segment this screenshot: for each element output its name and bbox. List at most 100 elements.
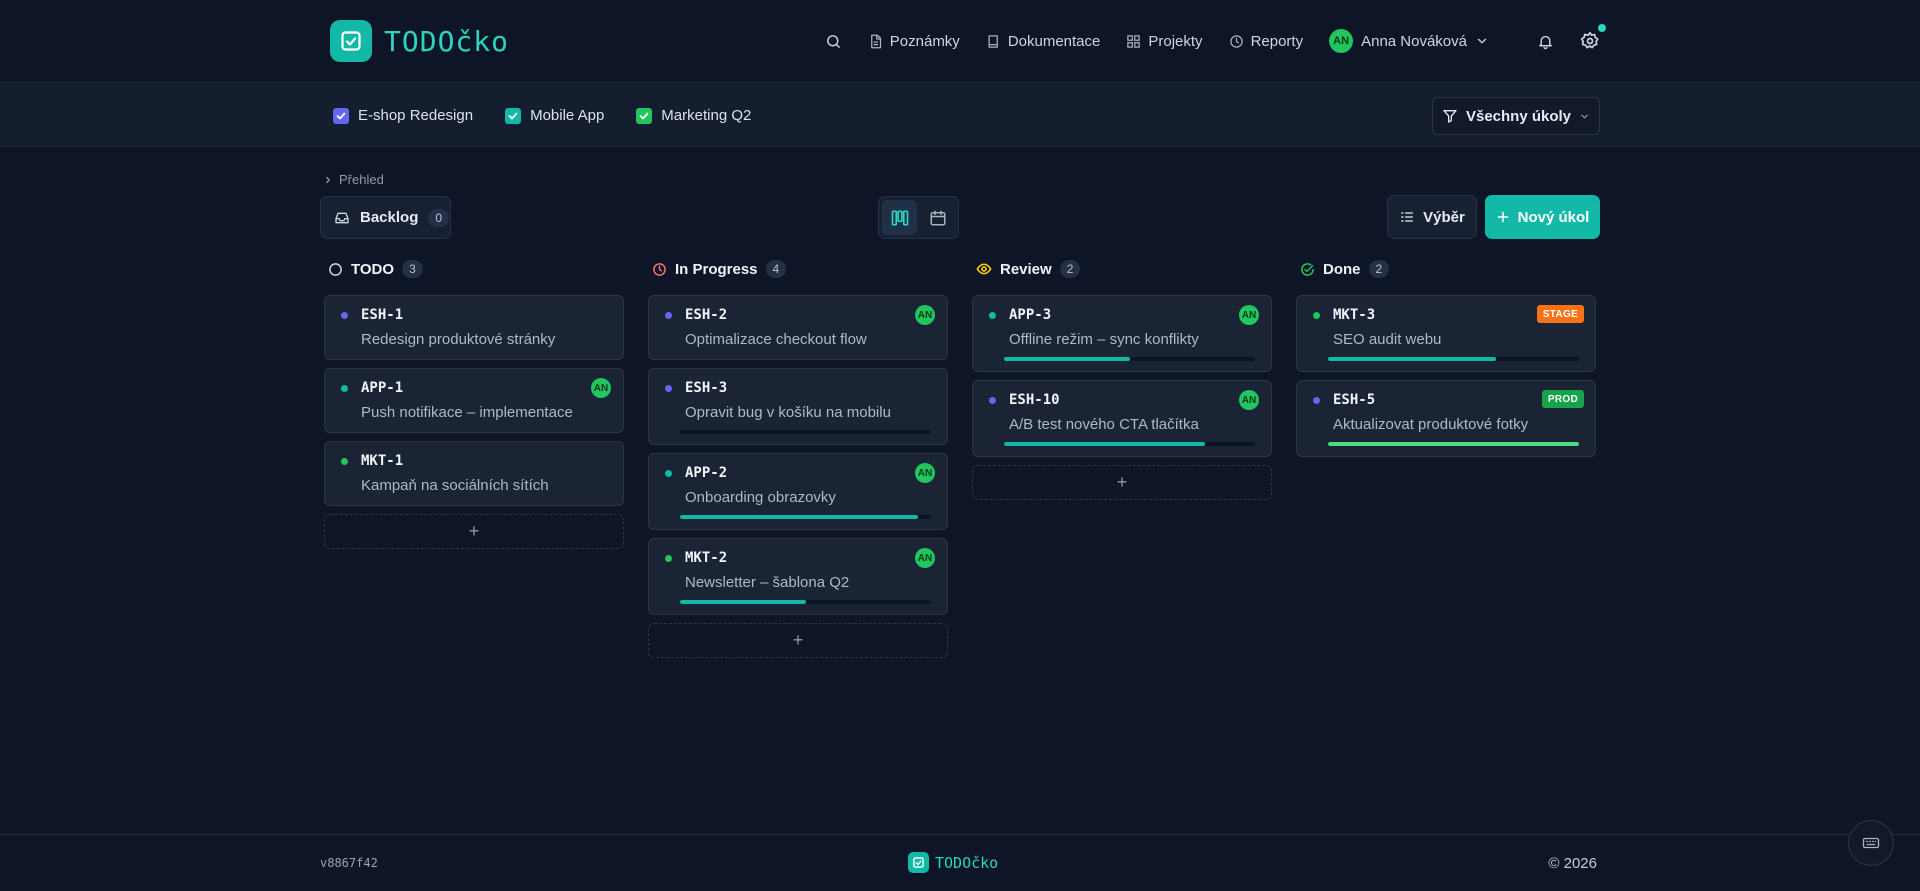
nav-link-projects[interactable]: Projekty xyxy=(1126,32,1203,50)
select-button[interactable]: Výběr xyxy=(1387,195,1477,239)
task-key: ESH-1 xyxy=(361,307,404,323)
task-title: Opravit bug v košíku na mobilu xyxy=(685,404,891,421)
task-card[interactable]: AN APP-1 Push notifikace – implementace xyxy=(324,368,624,433)
add-task-slot[interactable]: + xyxy=(324,514,624,549)
logo-check-icon xyxy=(908,852,929,873)
bell-icon[interactable] xyxy=(1537,33,1554,50)
task-key: ESH-2 xyxy=(685,307,728,323)
column-header: In Progress 4 xyxy=(648,256,948,282)
board-view-button[interactable] xyxy=(882,200,917,235)
env-tag-prod: PROD xyxy=(1541,390,1584,408)
task-card[interactable]: AN APP-2 Onboarding obrazovky xyxy=(648,453,948,530)
chevron-down-icon xyxy=(1477,38,1487,44)
column-header: Review 2 xyxy=(972,256,1272,282)
footer-app-name: TODOčko xyxy=(935,853,999,872)
column-review: Review 2 AN APP-3 Offline režim – sync k… xyxy=(972,256,1272,500)
task-card[interactable]: STAGE MKT-3 SEO audit webu xyxy=(1296,295,1596,372)
calendar-view-button[interactable] xyxy=(920,200,955,235)
top-navigation: TODOčko Poznámky Dokumentace Projekty Re… xyxy=(0,0,1920,83)
project-toggle-marketing[interactable]: Marketing Q2 xyxy=(636,107,751,124)
assignee-avatar: AN xyxy=(915,548,935,568)
task-title: Aktualizovat produktové fotky xyxy=(1333,416,1529,433)
task-card[interactable]: ESH-3 Opravit bug v košíku na mobilu xyxy=(648,368,948,445)
checkbox-checked-icon[interactable] xyxy=(636,107,653,124)
nav-link-label: Reporty xyxy=(1250,32,1304,50)
project-dot xyxy=(665,385,672,392)
backlog-count: 0 xyxy=(428,208,450,227)
backlog-button[interactable]: Backlog 0 xyxy=(320,196,451,239)
user-menu[interactable]: AN Anna Nováková xyxy=(1329,29,1489,53)
calendar-icon xyxy=(930,210,945,225)
nav-link-docs[interactable]: Dokumentace xyxy=(986,32,1101,50)
column-header: TODO 3 xyxy=(324,256,624,282)
select-label: Výběr xyxy=(1423,208,1465,226)
checkbox-checked-icon[interactable] xyxy=(333,107,349,124)
task-filter-dropdown[interactable]: Všechny úkoly xyxy=(1432,97,1600,135)
nav-link-label: Poznámky xyxy=(889,32,960,50)
assignee-avatar: AN xyxy=(1239,390,1259,410)
app-logo[interactable]: TODOčko xyxy=(330,20,509,62)
notification-dot xyxy=(1598,24,1606,32)
note-icon xyxy=(870,34,881,48)
book-icon xyxy=(988,34,998,48)
assignee-avatar: AN xyxy=(1239,305,1259,325)
project-dot xyxy=(341,458,348,465)
project-filter-bar: E-shop Redesign Mobile App Marketing Q2 … xyxy=(0,84,1920,147)
column-title: Done xyxy=(1323,260,1361,278)
plus-icon: + xyxy=(1116,472,1128,492)
task-title: Optimalizace checkout flow xyxy=(685,331,867,348)
project-label: E-shop Redesign xyxy=(358,107,474,124)
project-toggle-mobile[interactable]: Mobile App xyxy=(505,107,604,124)
footer-logo[interactable]: TODOčko xyxy=(908,852,998,873)
nav-link-label: Dokumentace xyxy=(1007,32,1101,50)
project-dot xyxy=(341,312,348,319)
copyright: © 2026 xyxy=(1548,855,1597,872)
column-count: 4 xyxy=(765,260,787,278)
assignee-avatar: AN xyxy=(915,305,935,325)
task-title: Kampaň na sociálních sítích xyxy=(361,477,549,494)
task-card[interactable]: AN ESH-10 A/B test nového CTA tlačítka xyxy=(972,380,1272,457)
task-card[interactable]: AN ESH-2 Optimalizace checkout flow xyxy=(648,295,948,360)
nav-link-notes[interactable]: Poznámky xyxy=(868,33,960,50)
task-key: MKT-2 xyxy=(685,550,728,566)
eye-icon xyxy=(976,263,992,275)
project-dot xyxy=(1313,312,1320,319)
app-version: v8867f42 xyxy=(320,856,378,870)
column-header: Done 2 xyxy=(1296,256,1596,282)
project-dot xyxy=(665,555,672,562)
project-label: Mobile App xyxy=(530,107,605,124)
task-card[interactable]: AN MKT-2 Newsletter – šablona Q2 xyxy=(648,538,948,615)
gear-icon[interactable] xyxy=(1580,24,1606,51)
task-card[interactable]: AN APP-3 Offline režim – sync konflikty xyxy=(972,295,1272,372)
column-title: Review xyxy=(1000,260,1052,278)
search-icon[interactable] xyxy=(825,33,842,50)
task-card[interactable]: ESH-1 Redesign produktové stránky xyxy=(324,295,624,360)
project-dot xyxy=(1313,397,1320,404)
task-title: Redesign produktové stránky xyxy=(361,331,556,348)
column-todo: TODO 3 ESH-1 Redesign produktové stránky… xyxy=(324,256,624,549)
new-task-button[interactable]: Nový úkol xyxy=(1485,195,1600,239)
plus-icon: + xyxy=(468,521,480,541)
checkbox-checked-icon[interactable] xyxy=(505,107,522,124)
avatar: AN xyxy=(1329,29,1354,53)
project-dot xyxy=(989,312,996,319)
task-card[interactable]: MKT-1 Kampaň na sociálních sítích xyxy=(324,441,624,506)
project-toggle-eshop[interactable]: E-shop Redesign xyxy=(333,107,473,124)
column-in-progress: In Progress 4 AN ESH-2 Optimalizace chec… xyxy=(648,256,948,658)
task-title: Newsletter – šablona Q2 xyxy=(685,574,850,591)
column-title: In Progress xyxy=(675,260,758,278)
task-key: APP-1 xyxy=(361,380,404,396)
logo-check-icon xyxy=(330,20,372,62)
nav-link-label: Projekty xyxy=(1148,32,1203,50)
column-done: Done 2 STAGE MKT-3 SEO audit webu PROD E… xyxy=(1296,256,1596,457)
column-count: 2 xyxy=(1368,260,1390,278)
breadcrumb[interactable]: Přehled xyxy=(323,172,384,187)
add-task-slot[interactable]: + xyxy=(972,465,1272,500)
breadcrumb-label: Přehled xyxy=(339,172,384,187)
filter-label: Všechny úkoly xyxy=(1465,107,1572,125)
task-card[interactable]: PROD ESH-5 Aktualizovat produktové fotky xyxy=(1296,380,1596,457)
circle-icon xyxy=(329,262,342,276)
nav-link-reports[interactable]: Reporty xyxy=(1229,32,1304,50)
add-task-slot[interactable]: + xyxy=(648,623,948,658)
keyboard-shortcuts-button[interactable] xyxy=(1848,820,1894,866)
